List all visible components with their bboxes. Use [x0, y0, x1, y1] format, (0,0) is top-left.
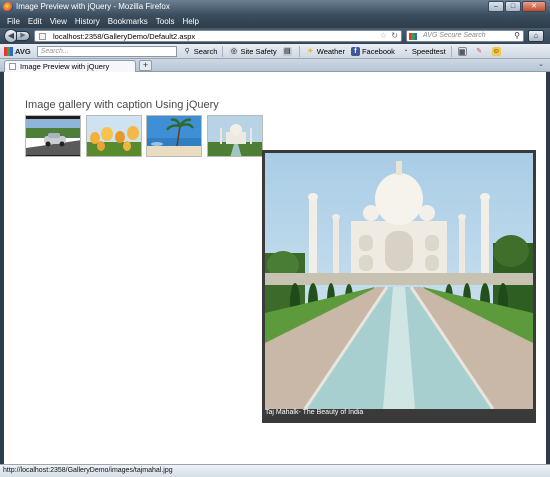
- weather-label: Weather: [316, 46, 345, 56]
- page-icon: ▤: [282, 46, 292, 56]
- taj-mahal-image: [265, 153, 533, 409]
- page-content: Image gallery with caption Using jQuery: [4, 72, 546, 464]
- toolbar-search-input[interactable]: Search...: [36, 45, 177, 57]
- menu-help[interactable]: Help: [178, 17, 202, 26]
- toolbar-weather[interactable]: ☀ Weather: [306, 47, 345, 56]
- avg-logo-icon: [4, 46, 13, 56]
- menu-view[interactable]: View: [46, 17, 71, 26]
- browser-window: Image Preview with jQuery - Mozilla Fire…: [0, 0, 550, 477]
- weather-icon: ☀: [307, 47, 314, 55]
- menu-tools[interactable]: Tools: [152, 17, 179, 26]
- avg-search-icon: [409, 33, 417, 40]
- site-safety-label: Site Safety: [240, 46, 277, 56]
- tab-image-preview[interactable]: Image Preview with jQuery: [4, 60, 136, 72]
- menu-edit[interactable]: Edit: [24, 17, 46, 26]
- toolbar-search-button[interactable]: ⚲ Search: [183, 47, 218, 56]
- avg-brand-label: AVG: [15, 46, 31, 56]
- thumbnail-taj-mahal[interactable]: [207, 115, 263, 157]
- home-button[interactable]: ⌂: [528, 30, 544, 42]
- gallery-heading: Image gallery with caption Using jQuery: [25, 99, 219, 111]
- speedtest-label: Speedtest: [411, 46, 446, 56]
- forward-button[interactable]: ▶: [16, 31, 30, 41]
- status-text: http://localhost:2358/GalleryDemo/images…: [3, 467, 173, 474]
- toolbar-notes[interactable]: ✎: [475, 47, 486, 56]
- tab-favicon-icon: [9, 63, 16, 70]
- toolbar-speedtest[interactable]: ◔ Speedtest: [401, 46, 446, 56]
- tab-bar: Image Preview with jQuery + ⌄: [0, 59, 550, 72]
- bookmark-star-icon[interactable]: ☆: [380, 31, 387, 40]
- toolbar-page-menu[interactable]: ▤: [282, 46, 294, 56]
- facebook-icon: f: [350, 46, 360, 56]
- preview-caption: Taj Mahalk- The Beauty of India: [265, 409, 364, 416]
- menu-bar: File Edit View History Bookmarks Tools H…: [0, 14, 550, 28]
- toolbar-divider: [450, 45, 452, 57]
- toolbar-search-label: Search: [193, 46, 218, 56]
- chat-icon: ☺: [491, 46, 501, 56]
- status-bar: http://localhost:2358/GalleryDemo/images…: [0, 464, 550, 477]
- search-icon[interactable]: ⚲: [514, 31, 520, 40]
- speedometer-icon: ◔: [403, 47, 408, 55]
- window-frame-right: [546, 72, 550, 464]
- minimize-button[interactable]: –: [488, 1, 504, 12]
- preview-image: [265, 153, 533, 409]
- url-text[interactable]: localhost:2358/GalleryDemo/Default2.aspx: [53, 32, 195, 41]
- car-image: [26, 116, 80, 156]
- navigation-bar: ◀ ▶ localhost:2358/GalleryDemo/Default2.…: [0, 28, 550, 44]
- window-controls: – □ ✕: [488, 1, 546, 12]
- thumbnail-beach[interactable]: [146, 115, 202, 157]
- tab-title: Image Preview with jQuery: [20, 62, 110, 71]
- tab-list-icon[interactable]: ⌄: [538, 60, 544, 68]
- menu-history[interactable]: History: [71, 17, 104, 26]
- close-button[interactable]: ✕: [522, 1, 546, 12]
- notepad-icon: ✎: [476, 47, 483, 55]
- title-bar: Image Preview with jQuery - Mozilla Fire…: [0, 0, 550, 14]
- window-title: Image Preview with jQuery - Mozilla Fire…: [16, 2, 170, 11]
- menu-file[interactable]: File: [3, 17, 24, 26]
- avg-toolbar: AVG Search... ⚲ Search ◎ Site Safety ▤ ☀ We…: [0, 44, 550, 59]
- magnifier-icon: ⚲: [184, 47, 190, 55]
- reload-icon[interactable]: ↻: [391, 31, 398, 40]
- calendar-icon: ▦: [457, 46, 467, 56]
- url-bar[interactable]: localhost:2358/GalleryDemo/Default2.aspx…: [34, 30, 402, 42]
- thumbnail-car[interactable]: [25, 115, 81, 157]
- thumbnail-tulips[interactable]: [86, 115, 142, 157]
- beach-image: [147, 116, 201, 156]
- facebook-label: Facebook: [361, 46, 395, 56]
- firefox-icon: [3, 2, 13, 12]
- toolbar-chat[interactable]: ☺: [491, 46, 503, 56]
- menu-bookmarks[interactable]: Bookmarks: [104, 17, 152, 26]
- toolbar-facebook[interactable]: f Facebook: [350, 46, 395, 56]
- page-favicon-icon: [39, 33, 46, 40]
- search-bar[interactable]: AVG Secure Search ⚲: [406, 30, 524, 42]
- image-preview-popup: Taj Mahalk- The Beauty of India: [262, 150, 536, 423]
- avg-logo[interactable]: AVG: [4, 46, 31, 56]
- toolbar-divider: [298, 45, 300, 57]
- search-input[interactable]: AVG Secure Search: [423, 32, 486, 39]
- new-tab-button[interactable]: +: [139, 60, 152, 71]
- tulips-image: [87, 116, 141, 156]
- taj-mahal-thumb-image: [208, 116, 262, 156]
- toolbar-calendar[interactable]: ▦: [457, 46, 469, 56]
- toolbar-site-safety[interactable]: ◎ Site Safety: [229, 46, 277, 56]
- toolbar-divider: [222, 45, 224, 57]
- shield-icon: ◎: [229, 46, 239, 56]
- maximize-button[interactable]: □: [505, 1, 521, 12]
